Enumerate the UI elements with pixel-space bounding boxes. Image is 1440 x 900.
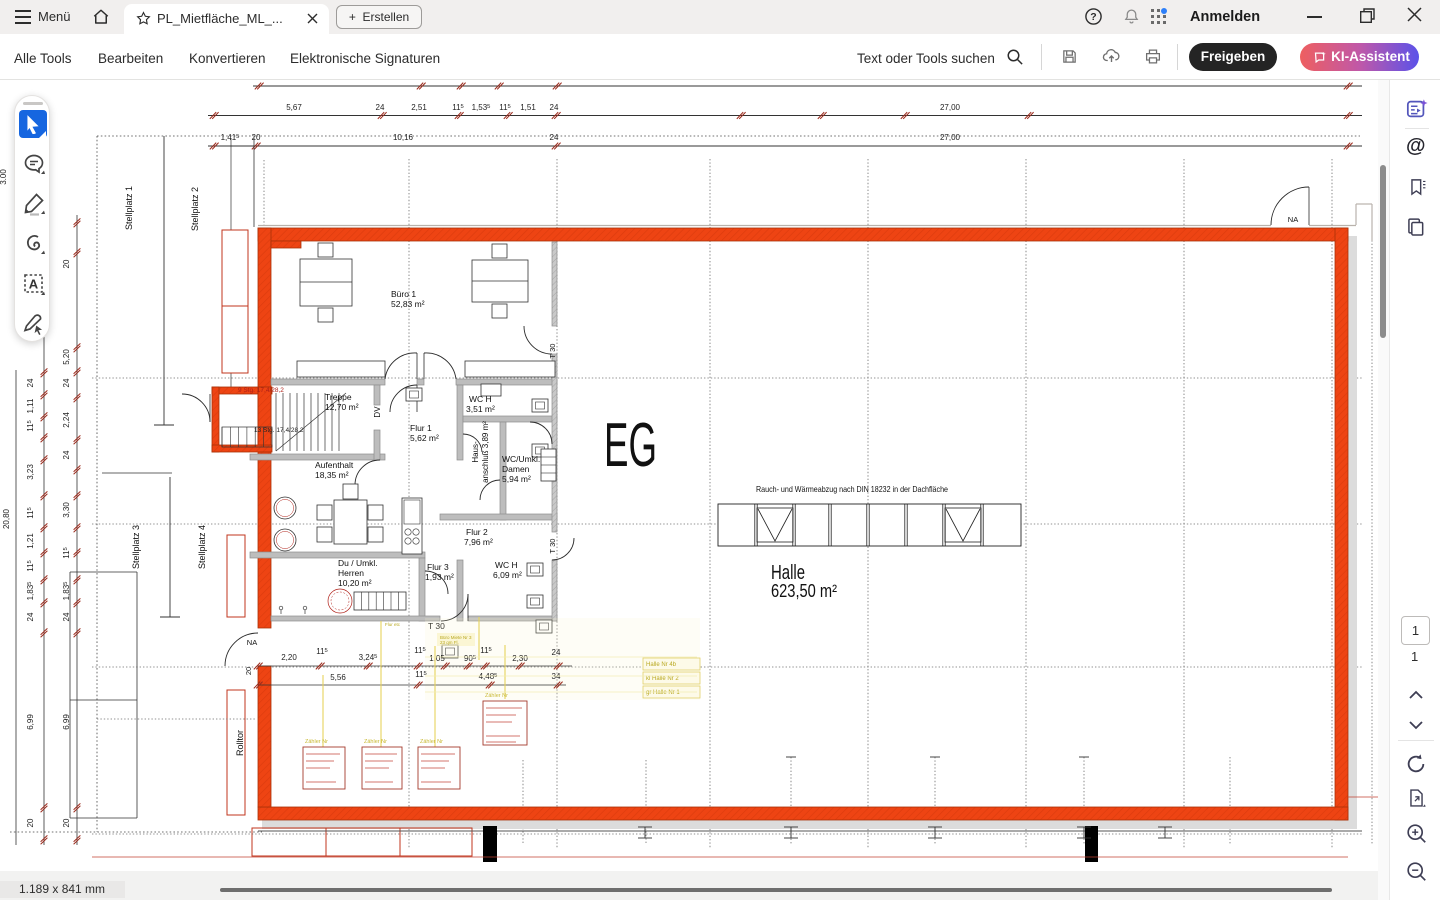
svg-text:DV: DV [373,406,382,418]
svg-text:Flur 2: Flur 2 [466,527,488,537]
svg-text:5,67: 5,67 [286,103,302,112]
svg-text:1,11: 1,11 [26,398,35,414]
svg-text:20: 20 [244,667,253,675]
svg-text:9 Stg. 17,4/28,2: 9 Stg. 17,4/28,2 [238,387,284,394]
svg-text:Zähler Nr: Zähler Nr [485,693,508,699]
svg-text:52,83 m²: 52,83 m² [391,299,425,309]
svg-text:20: 20 [26,818,35,827]
svg-text:27,00: 27,00 [940,103,961,112]
svg-text:10,20 m²: 10,20 m² [338,578,372,588]
svg-text:24: 24 [62,378,71,387]
svg-text:T 30: T 30 [548,539,557,554]
svg-text:3,51 m²: 3,51 m² [466,404,495,414]
svg-text:7,96 m²: 7,96 m² [464,537,493,547]
svg-text:2,24: 2,24 [62,412,71,428]
svg-text:3,30: 3,30 [62,502,71,518]
svg-text:5,56: 5,56 [330,673,346,682]
svg-text:EG: EG [604,411,657,480]
svg-text:NA: NA [1288,215,1298,224]
svg-text:Flur 1: Flur 1 [410,423,432,433]
svg-text:Stellplatz 1: Stellplatz 1 [124,186,134,230]
svg-text:5,94 m²: 5,94 m² [502,474,531,484]
svg-text:Büro 1: Büro 1 [391,289,416,299]
svg-text:Du / Umkl.: Du / Umkl. [338,558,378,568]
svg-text:WC H: WC H [469,394,492,404]
svg-text:Halle Nr 4b: Halle Nr 4b [646,662,677,668]
svg-text:24: 24 [26,612,35,621]
svg-text:27,00: 27,00 [940,133,961,142]
svg-text:5,20: 5,20 [62,349,71,365]
svg-text:24: 24 [62,450,71,459]
svg-text:24: 24 [26,378,35,387]
svg-text:Flur etc: Flur etc [385,622,401,627]
svg-text:Flur 3: Flur 3 [427,562,449,572]
svg-text:Zähler Nr: Zähler Nr [420,739,443,745]
svg-text:623,50 m²: 623,50 m² [771,581,837,601]
svg-text:A: A [29,277,39,292]
svg-text:12,70 m²: 12,70 m² [325,402,359,412]
svg-text:6,09 m²: 6,09 m² [493,570,522,580]
svg-text:Damen: Damen [502,464,530,474]
svg-text:?: ? [1090,11,1096,23]
svg-text:Stellplatz 4: Stellplatz 4 [197,525,207,569]
svg-text:WC H: WC H [495,560,518,570]
svg-text:18,35 m²: 18,35 m² [315,470,349,480]
svg-text:gr Halle Nr 1: gr Halle Nr 1 [646,690,680,696]
svg-text:6,99: 6,99 [26,714,35,730]
svg-text:Stellplatz 3: Stellplatz 3 [131,525,141,569]
svg-text:WC/Umkl.: WC/Umkl. [502,454,540,464]
svg-text:Zähler Nr: Zähler Nr [305,739,328,745]
svg-text:kl Halle Nr 2: kl Halle Nr 2 [646,676,679,682]
svg-text:20,80: 20,80 [2,508,11,529]
svg-text:Herren: Herren [338,568,364,578]
svg-text:Treppe: Treppe [325,392,352,402]
svg-text:13 Stg. 17,4/28,2: 13 Stg. 17,4/28,2 [254,427,304,434]
svg-text:Rauch- und Wärmeabzug nach DIN: Rauch- und Wärmeabzug nach DIN 18232 in … [756,484,948,494]
svg-text:1,51: 1,51 [520,103,536,112]
svg-text:23 qm Fl.: 23 qm Fl. [440,640,459,645]
svg-text:34: 34 [552,672,561,681]
svg-text:20: 20 [62,259,71,268]
svg-text:Haus-: Haus- [471,441,480,463]
svg-text:10,16: 10,16 [393,133,414,142]
svg-text:24: 24 [550,103,559,112]
svg-text:3.00: 3.00 [0,169,8,185]
svg-text:1,93 m²: 1,93 m² [425,572,454,582]
svg-text:3,23: 3,23 [26,464,35,480]
svg-text:24: 24 [376,103,385,112]
svg-text:Aufenthalt: Aufenthalt [315,460,354,470]
svg-text:2,20: 2,20 [281,653,297,662]
svg-text:T 30: T 30 [548,344,557,359]
svg-text:24: 24 [550,133,559,142]
svg-text:1,05: 1,05 [429,654,445,663]
svg-text:20: 20 [252,133,261,142]
svg-text:2,51: 2,51 [411,103,427,112]
svg-text:NA: NA [247,638,257,647]
svg-text:Stellplatz 2: Stellplatz 2 [190,187,200,231]
svg-text:24: 24 [552,648,561,657]
svg-text:20: 20 [62,818,71,827]
svg-text:2,30: 2,30 [512,654,528,663]
svg-text:Zähler Nr: Zähler Nr [364,739,387,745]
svg-text:Rolltor: Rolltor [235,730,245,756]
svg-text:1,21: 1,21 [26,533,35,549]
svg-text:5,62 m²: 5,62 m² [410,433,439,443]
svg-text:anschluß 3,89 m²: anschluß 3,89 m² [481,421,490,483]
